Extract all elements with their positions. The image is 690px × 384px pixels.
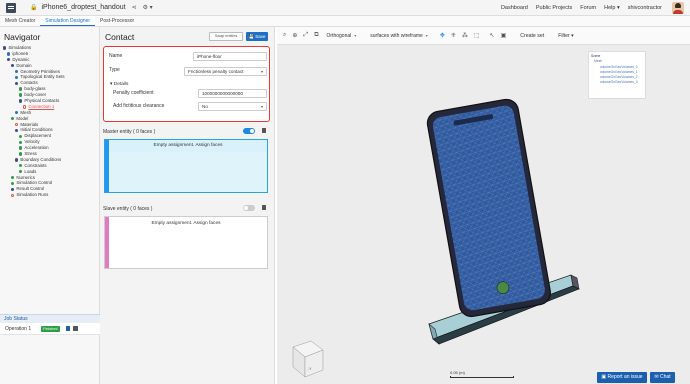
check-status-icon	[19, 152, 23, 156]
navigator-title: Navigator	[4, 32, 41, 42]
node-icon	[11, 63, 15, 68]
chat-button[interactable]: ✉ Chat	[650, 372, 675, 383]
node-icon	[11, 187, 15, 192]
share-icon[interactable]: ⋖	[132, 4, 137, 11]
job-row[interactable]: Operation 1 Finished	[0, 323, 100, 335]
node-icon	[15, 158, 19, 162]
link-public-projects[interactable]: Public Projects	[536, 5, 572, 11]
check-status-icon	[11, 181, 15, 186]
job-status-panel: Job Status Operation 1 Finished	[0, 314, 100, 335]
type-select[interactable]: Frictionless penalty contact ▾	[184, 67, 267, 76]
penalty-label: Penalty coefficient	[113, 90, 154, 96]
iphone-model	[426, 98, 551, 318]
node-icon	[15, 128, 19, 133]
slave-entity-toggle[interactable]	[243, 205, 255, 211]
check-status-icon	[19, 87, 23, 91]
type-label: Type	[109, 67, 120, 73]
check-status-icon	[19, 164, 23, 168]
check-status-icon	[19, 140, 23, 144]
save-button[interactable]: 💾 Save	[246, 32, 268, 41]
penalty-field[interactable]: 1000000000000000	[198, 89, 267, 98]
warning-status-icon	[15, 122, 19, 127]
master-assignment-text: Empty assignment. Assign faces	[109, 140, 267, 152]
report-label: Report an issue	[607, 374, 643, 380]
stop-icon[interactable]	[65, 326, 70, 331]
link-forum[interactable]: Forum	[580, 5, 596, 11]
simscale-logo-icon[interactable]	[6, 2, 16, 13]
top-links: Dashboard Public Projects Forum Help ▾ s…	[501, 0, 662, 16]
type-select-value: Frictionless penalty contact	[188, 69, 244, 74]
node-icon	[19, 99, 23, 103]
link-dashboard[interactable]: Dashboard	[501, 5, 528, 11]
tab-simulation-designer[interactable]: Simulation Designer	[40, 16, 96, 26]
details-toggle[interactable]: ▾ Details	[110, 82, 128, 87]
check-status-icon	[19, 169, 23, 174]
node-icon	[15, 69, 19, 74]
node-icon	[3, 46, 7, 50]
clearance-label: Add fictitious clearance	[113, 103, 165, 109]
check-status-icon	[11, 116, 15, 121]
save-button-label: Save	[255, 34, 266, 39]
node-icon	[7, 58, 11, 62]
clearance-select[interactable]: No ▾	[198, 102, 267, 111]
name-field[interactable]: iPhone-floor	[193, 52, 267, 61]
node-icon	[15, 75, 19, 80]
master-entity-toggle[interactable]	[243, 128, 255, 134]
main-tabs: Mesh Creator Simulation Designer Post-Pr…	[0, 16, 690, 27]
tab-post-processor[interactable]: Post-Processor	[95, 16, 139, 26]
warning-status-icon	[23, 105, 27, 109]
name-label: Name	[109, 53, 123, 59]
slave-entity-label: Slave entity ( 0 faces )	[103, 206, 153, 212]
model-canvas: -Y	[292, 98, 580, 378]
scale-bar	[450, 376, 514, 378]
panel-title: Contact	[105, 32, 135, 42]
tree-item-label: Connection 1	[28, 103, 55, 109]
link-help[interactable]: Help ▾	[604, 5, 620, 11]
report-issue-button[interactable]: ▣ Report an issue	[597, 372, 647, 383]
check-status-icon	[19, 146, 23, 150]
3d-viewer[interactable]: ⌕ ⊕ ⤢ ⧉ Orthogonal ▾ surfaces with wirefr…	[277, 27, 690, 384]
master-assignment-box[interactable]: Empty assignment. Assign faces	[104, 139, 268, 193]
status-badge: Finished	[41, 325, 60, 332]
avatar[interactable]	[672, 2, 684, 14]
chat-icon: ✉	[654, 374, 659, 380]
slave-assignment-box[interactable]: Empty assignment. Assign faces	[104, 216, 268, 269]
master-assignment-area	[109, 152, 267, 192]
contact-settings-box: Name iPhone-floor Type Frictionless pena…	[103, 46, 270, 122]
node-icon	[15, 111, 19, 115]
chevron-down-icon: ▾	[260, 104, 263, 109]
node-icon	[7, 52, 11, 56]
job-status-title[interactable]: Job Status	[0, 314, 100, 323]
lock-icon: 🔒	[30, 5, 38, 11]
user-name[interactable]: shivcontractor	[628, 5, 662, 11]
top-bar: 🔒 iPhone6_droptest_handout ⋖ ⚙ ▾ Dashboa…	[0, 0, 690, 16]
job-operation-name: Operation 1	[5, 325, 32, 332]
slave-assignment-text: Empty assignment. Assign faces	[151, 221, 221, 226]
report-icon: ▣	[601, 374, 607, 380]
warning-status-icon	[11, 193, 15, 197]
swap-entities-button[interactable]: Swap entities	[209, 32, 243, 41]
settings-gear-icon[interactable]: ⚙ ▾	[143, 4, 153, 11]
chat-label: Chat	[660, 374, 671, 380]
check-status-icon	[19, 134, 23, 138]
trash-icon[interactable]	[262, 205, 266, 210]
chevron-down-icon: ▾	[260, 69, 263, 74]
navigator-tree: Simulations iphone6 Dynamic Domain Geometry …	[0, 45, 99, 198]
scale-label: 0.05 (m)	[450, 370, 465, 375]
orientation-cube-icon[interactable]: -Y	[292, 340, 324, 378]
trash-icon[interactable]	[73, 326, 78, 331]
project-title: iPhone6_droptest_handout	[41, 4, 126, 11]
tree-item[interactable]: Simulation Runs	[3, 192, 99, 198]
check-status-icon	[11, 175, 15, 180]
check-status-icon	[19, 93, 23, 97]
clearance-select-value: No	[202, 104, 208, 109]
tree-item-label: Simulation Runs	[16, 192, 49, 198]
master-entity-label: Master entity ( 0 faces )	[103, 129, 156, 135]
tab-mesh-creator[interactable]: Mesh Creator	[0, 16, 40, 26]
trash-icon[interactable]	[262, 128, 266, 133]
node-icon	[15, 81, 19, 85]
